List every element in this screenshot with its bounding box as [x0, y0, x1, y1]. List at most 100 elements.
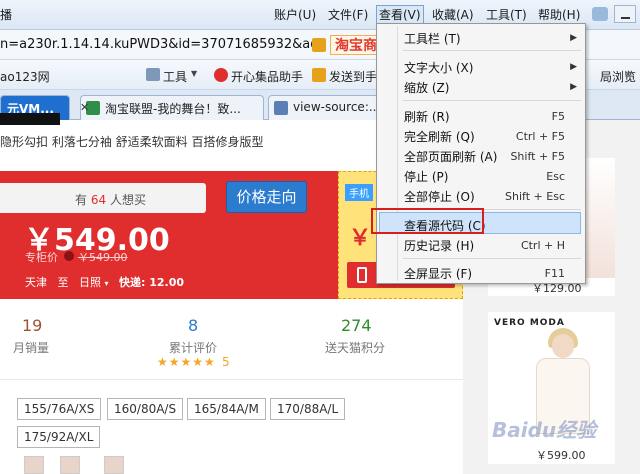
menu-shortcut: F5 — [551, 110, 565, 123]
menu-item-key: (F) — [455, 267, 473, 281]
menu-item-stop-all[interactable]: 全部停止 (O) — [404, 188, 475, 206]
send-icon — [312, 68, 326, 82]
tab-taobao-union[interactable]: 淘宝联盟-我的舞台！致... — [80, 95, 264, 120]
menu-item-fullscreen[interactable]: 全屏显示 (F) — [404, 265, 472, 283]
info-dot-icon[interactable] — [64, 251, 74, 261]
menu-item-full-refresh[interactable]: 完全刷新 (Q) — [404, 128, 475, 146]
chevron-down-icon: ▼ — [191, 69, 198, 78]
menu-file[interactable]: 文件(F) — [328, 6, 368, 24]
color-thumbnail[interactable] — [60, 456, 80, 474]
taobao-brand[interactable]: 淘宝商 — [330, 35, 382, 55]
menu-item-key: (P) — [431, 170, 449, 184]
menu-item-key: (Q) — [455, 130, 475, 144]
menu-item-key: (Z) — [431, 81, 450, 95]
page-icon — [274, 101, 288, 115]
color-thumbnail[interactable] — [104, 456, 124, 474]
menu-account[interactable]: 账户(U) — [274, 6, 316, 24]
review-count-label: 累计评价 — [169, 341, 218, 355]
points-value: 274 — [341, 316, 372, 335]
minimize-button[interactable] — [614, 5, 636, 23]
menu-item-label: 历史记录 — [404, 239, 453, 253]
tab-label: view-source:... — [293, 100, 381, 114]
menu-favorites[interactable]: 收藏(A) — [432, 6, 474, 24]
menu-item-label: 停止 — [404, 170, 429, 184]
tab-label: 淘宝联盟-我的舞台！致... — [105, 102, 241, 116]
review-count-value[interactable]: 8 — [188, 316, 198, 335]
size-option[interactable]: 170/88A/L — [270, 398, 346, 420]
menu-item-key: (H) — [455, 239, 475, 253]
points-label: 送天猫积分 — [325, 341, 386, 355]
size-option[interactable]: 175/92A/XL — [17, 426, 101, 448]
helper-icon — [214, 68, 228, 82]
menu-item-toolbar[interactable]: 工具栏 (T) — [404, 30, 584, 48]
size-option[interactable]: 160/80A/S — [107, 398, 184, 420]
shirt-icon[interactable] — [592, 7, 608, 21]
ship-to-word: 至 — [57, 276, 69, 289]
menu-item-key: (R) — [431, 110, 450, 124]
compare-price: ￥549.00 — [78, 251, 128, 264]
menubar-prefix-text: 播 — [0, 8, 13, 22]
menu-shortcut: Ctrl + H — [520, 239, 565, 252]
menu-shortcut: F11 — [544, 267, 565, 280]
menu-item-label: 完全刷新 — [404, 130, 453, 144]
express-fee: 快递: 12.00 — [119, 276, 185, 289]
want-suffix: 人想买 — [109, 193, 146, 207]
url-input[interactable]: n=a230r.1.14.14.kuPWD3&id=37071685932&ad — [0, 37, 319, 52]
fav-tools[interactable]: 工具 — [163, 68, 187, 85]
menu-item-refresh[interactable]: 刷新 (R) — [404, 108, 450, 126]
shipping-line: 天津 至 日照 ▾ 快递: 12.00 — [25, 274, 184, 290]
menu-item-label: 全部停止 — [404, 190, 453, 204]
brand-logo: VERO MODA — [494, 318, 565, 328]
menu-item-refresh-all[interactable]: 全部页面刷新 (A) — [404, 148, 497, 166]
menu-item-zoom[interactable]: 缩放 (Z) — [404, 79, 584, 97]
menu-help[interactable]: 帮助(H) — [538, 6, 580, 24]
menu-view[interactable]: 查看(V) — [376, 5, 424, 25]
menu-tools[interactable]: 工具(T) — [486, 6, 527, 24]
menu-item-stop[interactable]: 停止 (P) — [404, 168, 448, 186]
more-chevron-icon[interactable]: » — [624, 66, 633, 82]
fav-hao123[interactable]: ao123网 — [0, 68, 50, 85]
fav-send-to-phone[interactable]: 发送到手 — [329, 68, 377, 85]
phone-icon — [357, 267, 367, 283]
size-option[interactable]: 155/76A/XS — [17, 398, 102, 420]
submenu-arrow-icon: ▶ — [570, 82, 577, 92]
menu-item-key: (T) — [443, 32, 461, 46]
chevron-down-icon[interactable]: ▾ — [105, 279, 109, 288]
menu-item-label: 刷新 — [404, 110, 429, 124]
menu-item-history[interactable]: 历史记录 (H) — [404, 237, 474, 255]
price-trend-button[interactable]: 价格走向 — [226, 181, 307, 213]
menu-item-key: (A) — [479, 150, 498, 164]
submenu-arrow-icon: ▶ — [570, 62, 577, 72]
menu-separator — [403, 258, 581, 259]
tools-icon — [146, 68, 160, 81]
mobile-tag: 手机 — [345, 184, 373, 201]
rating-score: 5 — [222, 355, 230, 369]
monthly-sales-value: 19 — [22, 316, 43, 335]
baidu-watermark: Baidu经验 — [492, 418, 597, 442]
product-subtitle: 隐形勾扣 利落七分袖 舒适柔软面料 百搭修身版型 — [0, 135, 264, 149]
model-image-head — [552, 334, 574, 358]
menu-item-label: 全屏显示 — [404, 267, 453, 281]
menu-item-label: 工具栏 — [404, 32, 441, 46]
menu-shortcut: Ctrl + F5 — [515, 130, 565, 143]
menu-separator — [403, 100, 581, 101]
highlight-annotation-box — [371, 208, 484, 234]
product-title-fragment — [0, 113, 60, 125]
monthly-sales-label: 月销量 — [13, 341, 50, 355]
mobile-price-currency: ￥ — [349, 226, 372, 251]
ship-destination-select[interactable]: 日照 — [79, 276, 101, 289]
menu-item-key: (O) — [455, 190, 475, 204]
menu-item-text-size[interactable]: 文字大小 (X) — [404, 59, 584, 77]
rating-stars: ★★★★★ — [157, 355, 216, 369]
want-count: 64 — [90, 193, 107, 207]
menu-shortcut: Shift + Esc — [505, 190, 565, 203]
color-thumbnail[interactable] — [24, 456, 44, 474]
stats-row: 19 月销量 8 累计评价 274 送天猫积分 — [0, 300, 463, 380]
menu-item-label: 缩放 — [404, 81, 429, 95]
menu-gutter — [397, 26, 398, 281]
close-icon[interactable]: ✕ — [80, 101, 89, 114]
view-menu: 工具栏 (T) ▶ 文字大小 (X) ▶ 缩放 (Z) ▶ 刷新 (R) F5 … — [376, 23, 586, 284]
menu-separator — [403, 50, 581, 51]
fav-kaixin-helper[interactable]: 开心集品助手 — [231, 68, 303, 85]
size-option[interactable]: 165/84A/M — [187, 398, 266, 420]
